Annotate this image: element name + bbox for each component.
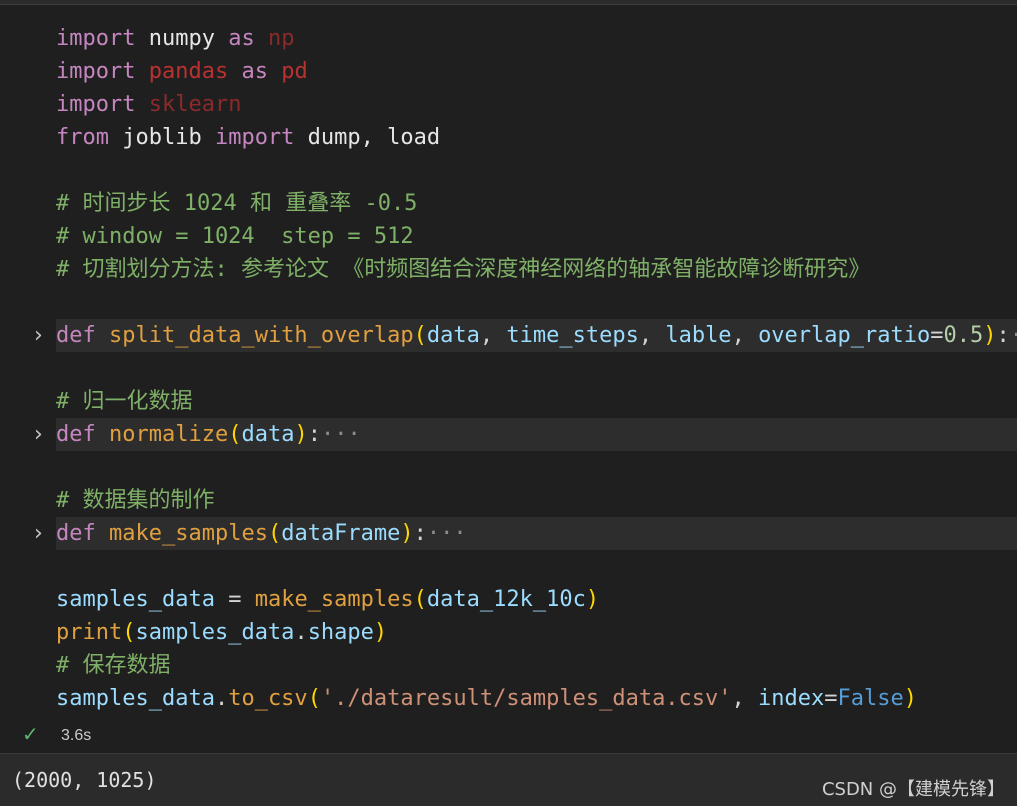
- string-literal: './dataresult/samples_data.csv': [320, 686, 732, 711]
- variable: samples_data: [56, 587, 215, 612]
- paren: ): [585, 587, 600, 612]
- paren: (: [413, 323, 427, 348]
- keyword: as: [241, 59, 268, 84]
- module-name: pandas: [135, 59, 242, 84]
- number: 0.5: [943, 323, 984, 348]
- param: data: [241, 422, 295, 447]
- code-comment[interactable]: # window = 1024 step = 512: [56, 220, 414, 253]
- code-line-to-csv[interactable]: samples_data.to_csv('./dataresult/sample…: [56, 682, 917, 715]
- cell-status-bar: [0, 721, 1017, 753]
- code-line-def-normalize[interactable]: def normalize(data):···: [56, 418, 1017, 451]
- fold-chevron-icon[interactable]: ›: [34, 319, 54, 352]
- function-call: print: [56, 620, 123, 645]
- collapsed-ellipsis[interactable]: ···: [321, 422, 361, 447]
- code-line-def-make-samples[interactable]: def make_samples(dataFrame):···: [56, 517, 1017, 550]
- operator: =: [824, 686, 838, 711]
- comma: ,: [731, 686, 759, 711]
- param: data: [426, 323, 480, 348]
- paren: (: [307, 686, 321, 711]
- param: time_steps: [506, 323, 639, 348]
- cell-output[interactable]: (2000, 1025): [12, 768, 157, 792]
- operator: =: [930, 323, 944, 348]
- code-line-print[interactable]: print(samples_data.shape): [56, 616, 387, 649]
- paren: (: [228, 422, 242, 447]
- colon: :: [307, 422, 321, 447]
- paren: (: [122, 620, 136, 645]
- code-line-import-numpy[interactable]: import numpy as np: [56, 22, 294, 55]
- fold-chevron-icon[interactable]: ›: [34, 418, 54, 451]
- code-comment[interactable]: # 归一化数据: [56, 385, 193, 418]
- code-line-from-joblib[interactable]: from joblib import dump, load: [56, 121, 440, 154]
- keyword: import: [56, 92, 136, 117]
- function-name: make_samples: [109, 521, 268, 546]
- code-line-import-pandas[interactable]: import pandas as pd: [56, 55, 308, 88]
- code-line-assign[interactable]: samples_data = make_samples(data_12k_10c…: [56, 583, 599, 616]
- colon: :: [413, 521, 427, 546]
- code-comment[interactable]: # 切割划分方法: 参考论文 《时频图结合深度神经网络的轴承智能故障诊断研究》: [56, 253, 870, 286]
- keyword: as: [228, 26, 255, 51]
- dot: .: [214, 686, 229, 711]
- module-name: numpy: [135, 26, 229, 51]
- code-comment[interactable]: # 保存数据: [56, 649, 171, 682]
- function-call: to_csv: [228, 686, 308, 711]
- module-name: joblib: [108, 125, 215, 150]
- code-line-import-sklearn[interactable]: import sklearn: [56, 88, 241, 121]
- dot: .: [294, 620, 308, 645]
- module-alias: pd: [267, 59, 308, 84]
- operator: =: [214, 587, 255, 612]
- variable: samples_data: [135, 620, 295, 645]
- imported-names: dump, load: [294, 125, 441, 150]
- boolean-literal: False: [837, 686, 904, 711]
- paren: ): [903, 686, 918, 711]
- param: overlap_ratio: [758, 323, 931, 348]
- keyword: def: [56, 521, 96, 546]
- keyword: def: [56, 422, 96, 447]
- param: dataFrame: [281, 521, 401, 546]
- module-name: sklearn: [135, 92, 242, 117]
- keyword-argument: index: [758, 686, 825, 711]
- check-icon: ✓: [22, 722, 39, 746]
- attribute: shape: [307, 620, 374, 645]
- keyword: import: [56, 26, 136, 51]
- execution-time: 3.6s: [61, 727, 92, 744]
- code-line-def-split[interactable]: def split_data_with_overlap(data, time_s…: [56, 319, 1017, 352]
- watermark: CSDN @【建模先锋】: [821, 779, 1005, 800]
- code-comment[interactable]: # 数据集的制作: [56, 484, 215, 517]
- colon: :: [996, 323, 1010, 348]
- paren: ): [373, 620, 388, 645]
- code-comment[interactable]: # 时间步长 1024 和 重叠率 -0.5: [56, 187, 417, 220]
- keyword: import: [56, 59, 136, 84]
- collapsed-ellipsis[interactable]: ···: [427, 521, 467, 546]
- output-divider: [0, 753, 1017, 754]
- keyword: import: [214, 125, 295, 150]
- paren: ): [983, 323, 997, 348]
- fold-chevron-icon[interactable]: ›: [34, 517, 54, 550]
- param: lable: [665, 323, 732, 348]
- paren: (: [413, 587, 427, 612]
- module-alias: np: [254, 26, 295, 51]
- paren: (: [267, 521, 282, 546]
- argument: data_12k_10c: [426, 587, 586, 612]
- keyword: from: [56, 125, 109, 150]
- function-name: split_data_with_overlap: [109, 323, 414, 348]
- function-name: normalize: [109, 422, 229, 447]
- paren: ): [400, 521, 414, 546]
- variable: samples_data: [56, 686, 215, 711]
- collapsed-ellipsis[interactable]: ···: [1010, 323, 1017, 348]
- paren: ): [294, 422, 308, 447]
- function-call: make_samples: [254, 587, 414, 612]
- keyword: def: [56, 323, 96, 348]
